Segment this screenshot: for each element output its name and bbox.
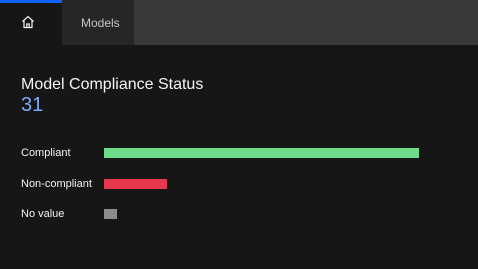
bar-non-compliant[interactable] bbox=[104, 179, 167, 189]
card-title: Model Compliance Status bbox=[21, 76, 204, 93]
bar-label-no-value: No value bbox=[21, 208, 65, 220]
tab-models-label: Models bbox=[81, 16, 120, 30]
tab-models[interactable]: Models bbox=[62, 0, 134, 45]
tab-home[interactable] bbox=[0, 0, 62, 45]
bar-compliant[interactable] bbox=[104, 148, 419, 158]
bar-no-value[interactable] bbox=[104, 209, 117, 219]
home-icon bbox=[22, 15, 34, 29]
bar-label-compliant: Compliant bbox=[21, 147, 71, 159]
model-count: 31 bbox=[21, 94, 44, 116]
bar-label-non-compliant: Non-compliant bbox=[21, 178, 92, 190]
active-tab-indicator bbox=[0, 0, 62, 3]
tab-bar: Models bbox=[0, 0, 478, 45]
